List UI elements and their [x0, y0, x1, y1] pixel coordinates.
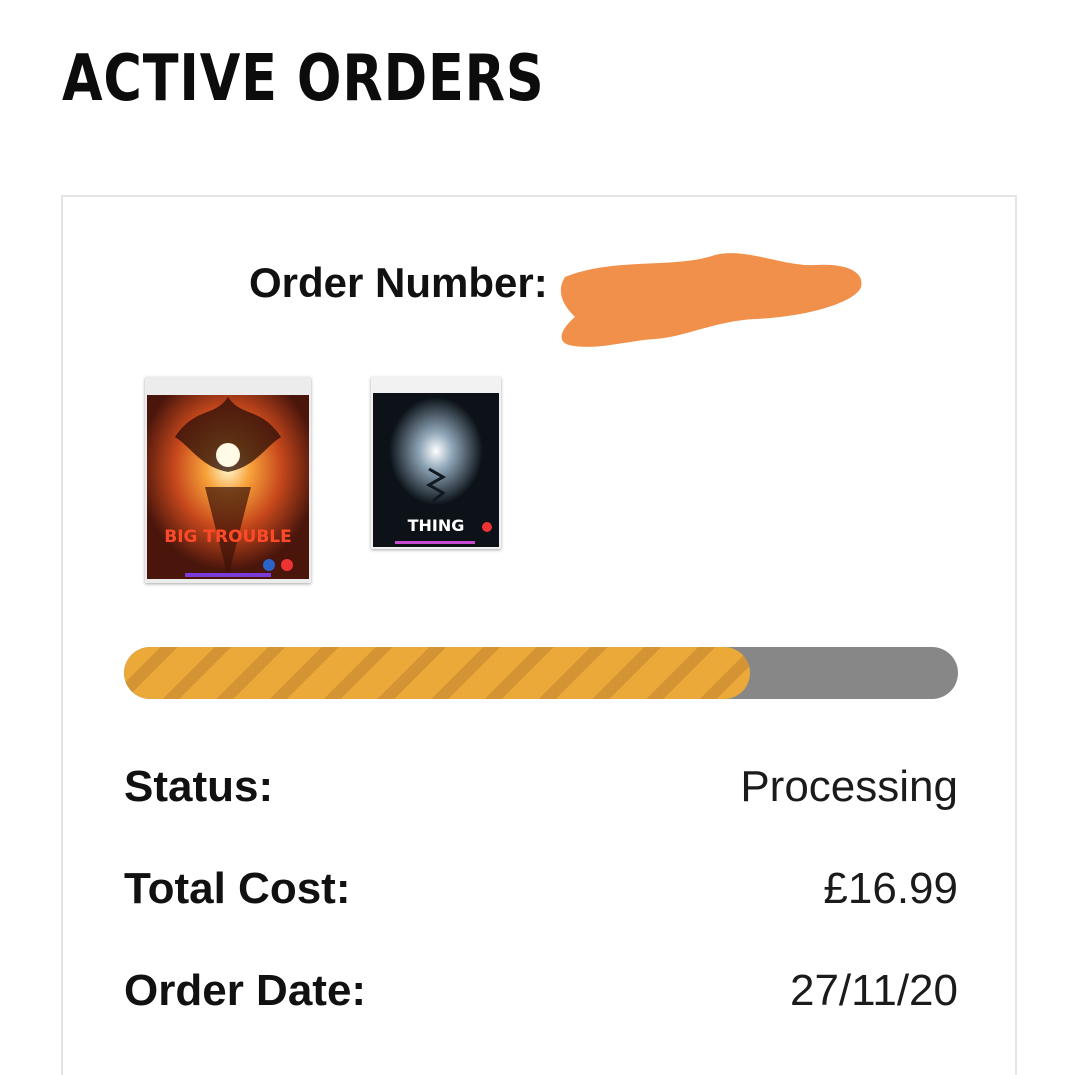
page-title: ACTIVE ORDERS	[62, 42, 545, 116]
total-cost-row: Total Cost: £16.99	[124, 859, 958, 919]
order-date-value: 27/11/20	[789, 966, 958, 1015]
big-trouble-cover-title: BIG TROUBLE	[164, 527, 292, 547]
order-card[interactable]: Order Number: BIG TROUBLE THING Status: …	[61, 195, 1017, 1075]
active-orders-page: ACTIVE ORDERS Order Number: BIG TROUBLE …	[0, 0, 1080, 1075]
product-thumbnail-the-thing[interactable]: THING	[371, 377, 501, 549]
order-number-redaction	[560, 253, 862, 347]
order-date-row: Order Date: 27/11/20	[124, 961, 958, 1021]
total-cost-value: £16.99	[823, 864, 958, 913]
status-label: Status:	[124, 762, 274, 811]
status-row: Status: Processing	[124, 757, 958, 817]
the-thing-cover-title: THING	[408, 516, 465, 535]
order-date-label: Order Date:	[124, 966, 367, 1015]
the-thing-cover-art: THING	[371, 377, 501, 549]
total-cost-label: Total Cost:	[124, 864, 351, 913]
order-number-label: Order Number:	[249, 259, 548, 306]
big-trouble-cover-art: BIG TROUBLE	[145, 377, 311, 583]
product-thumbnail-big-trouble[interactable]: BIG TROUBLE	[145, 377, 311, 583]
order-progress-bar	[124, 647, 958, 699]
order-progress-fill	[124, 647, 750, 699]
status-value: Processing	[740, 762, 958, 811]
